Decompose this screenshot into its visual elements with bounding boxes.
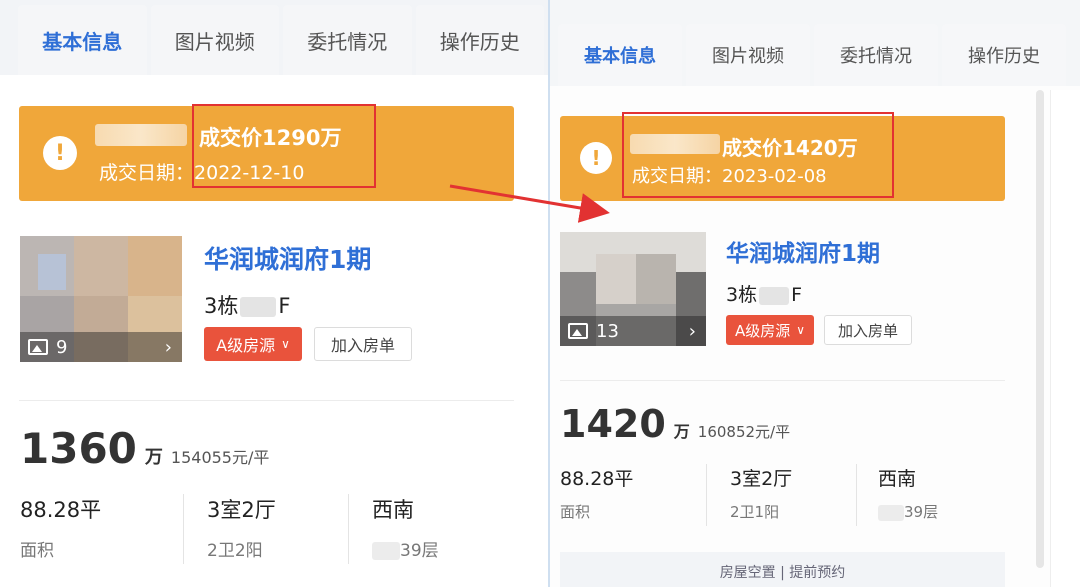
attr-area: 88.28平 面积 [560, 464, 633, 522]
attr-label: 2卫2阳 [207, 541, 263, 561]
price-row: 1360 万 154055元/平 [20, 424, 269, 473]
redacted-block [878, 504, 904, 521]
attr-value: 3室2厅 [207, 498, 276, 522]
listing-panel-left: 基本信息 图片视频 委托情况 操作历史 ! 成交价1290万 成交日期：2022… [0, 0, 548, 587]
attr-orientation: 西南 39层 [372, 494, 439, 561]
chevron-down-icon: ∨ [281, 337, 290, 351]
tab-basic-info[interactable]: 基本信息 [558, 24, 682, 86]
photo-icon [568, 323, 588, 339]
tab-operation-history[interactable]: 操作历史 [942, 24, 1066, 86]
redacted-block [372, 542, 400, 560]
price-unit: 万 [673, 422, 690, 441]
exclamation-icon: ! [580, 142, 612, 174]
attr-value: 88.28平 [20, 498, 102, 522]
tab-photos-videos[interactable]: 图片视频 [686, 24, 810, 86]
tab-operation-history[interactable]: 操作历史 [415, 5, 544, 75]
photo-footer: 13 › [560, 316, 706, 346]
tab-bar: 基本信息 图片视频 委托情况 操作历史 [0, 0, 548, 75]
unit-suffix: F [278, 294, 291, 318]
unit-prefix: 3栋 [726, 284, 758, 306]
scrollbar[interactable] [1036, 90, 1044, 568]
grade-dropdown[interactable]: A级房源 ∨ [204, 327, 302, 361]
grade-dropdown[interactable]: A级房源 ∨ [726, 315, 814, 345]
unit-price: 160852元/平 [697, 423, 791, 441]
attr-label: 39层 [878, 501, 938, 522]
chevron-right-icon: › [688, 321, 696, 342]
photo-count: 13 [596, 320, 619, 342]
grade-label: A级房源 [216, 336, 276, 355]
highlight-box [192, 104, 376, 188]
tab-photos-videos[interactable]: 图片视频 [150, 5, 279, 75]
attr-layout: 3室2厅 2卫1阳 [730, 464, 792, 522]
redacted-block [240, 297, 277, 317]
unit-number: 3栋 F [204, 290, 290, 320]
total-price: 1420 [560, 402, 666, 446]
side-panel-edge [1050, 90, 1080, 587]
attr-floor: 39层 [904, 503, 939, 521]
listing-photo[interactable]: 9 › [20, 236, 182, 362]
photo-count: 9 [56, 336, 68, 358]
tab-bar: 基本信息 图片视频 委托情况 操作历史 [550, 0, 1080, 86]
unit-price: 154055元/平 [170, 448, 270, 467]
attr-label: 39层 [372, 536, 439, 561]
deal-date-label: 成交日期： [99, 162, 195, 184]
exclamation-icon: ! [43, 136, 77, 170]
attr-orientation: 西南 39层 [878, 464, 938, 522]
attr-value: 西南 [372, 498, 414, 522]
tab-entrustment[interactable]: 委托情况 [814, 24, 938, 86]
photo-footer: 9 › [20, 332, 182, 362]
estate-name-link[interactable]: 华润城润府1期 [726, 234, 880, 268]
attr-label: 面积 [20, 541, 54, 561]
attr-separator [856, 464, 857, 526]
add-to-list-button[interactable]: 加入房单 [824, 315, 912, 345]
attr-layout: 3室2厅 2卫2阳 [207, 494, 276, 561]
unit-suffix: F [791, 284, 803, 306]
attr-label: 面积 [560, 503, 591, 521]
price-unit: 万 [144, 447, 163, 468]
highlight-box [622, 112, 894, 198]
attr-value: 88.28平 [560, 468, 634, 490]
add-to-list-button[interactable]: 加入房单 [314, 327, 412, 361]
grade-label: A级房源 [734, 321, 791, 340]
tab-entrustment[interactable]: 委托情况 [283, 5, 412, 75]
attr-value: 3室2厅 [730, 468, 793, 490]
redacted-block [759, 286, 790, 305]
attr-separator [183, 494, 184, 564]
unit-prefix: 3栋 [204, 294, 239, 318]
notice-bar: 房屋空置 | 提前预约 [560, 552, 1005, 587]
chevron-right-icon: › [164, 337, 172, 358]
unit-number: 3栋 F [726, 280, 802, 307]
divider [19, 400, 514, 401]
attr-separator [348, 494, 349, 564]
attr-area: 88.28平 面积 [20, 494, 101, 561]
attr-label: 2卫1阳 [730, 503, 780, 521]
estate-name-link[interactable]: 华润城润府1期 [204, 240, 371, 276]
attr-separator [706, 464, 707, 526]
listing-photo[interactable]: 13 › [560, 232, 706, 346]
chevron-down-icon: ∨ [796, 323, 806, 337]
attr-value: 西南 [878, 468, 917, 490]
tab-basic-info[interactable]: 基本信息 [18, 5, 147, 75]
total-price: 1360 [20, 424, 137, 473]
price-row: 1420 万 160852元/平 [560, 402, 790, 446]
redacted-block [95, 124, 187, 146]
photo-icon [28, 339, 48, 355]
divider [560, 380, 1005, 381]
attr-floor: 39层 [400, 541, 439, 561]
listing-panel-right: 基本信息 图片视频 委托情况 操作历史 ! 成交价1420万 成交日期：2023… [548, 0, 1080, 587]
